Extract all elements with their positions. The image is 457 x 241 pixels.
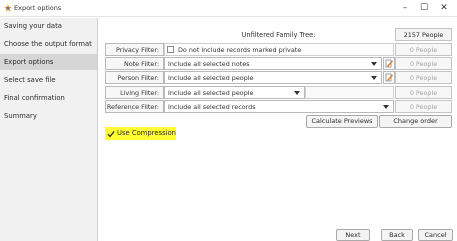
note-count: 0 People bbox=[395, 57, 452, 70]
reference-count: 0 People bbox=[395, 100, 452, 113]
sidebar-item-export-options[interactable]: Export options bbox=[0, 54, 97, 70]
note-filter-value: Include all selected notes bbox=[168, 60, 250, 68]
privacy-filter-field: Do not include records marked private bbox=[164, 43, 394, 56]
note-edit-button[interactable] bbox=[383, 57, 395, 70]
calculate-previews-button[interactable]: Calculate Previews bbox=[306, 115, 378, 128]
person-count: 0 People bbox=[395, 71, 452, 84]
edit-icon bbox=[385, 73, 393, 82]
person-filter-label: Person Filter: bbox=[105, 71, 164, 84]
living-filter-value: Include all selected people bbox=[168, 89, 254, 97]
checkmark-icon bbox=[107, 130, 115, 138]
reference-filter-select[interactable]: Include all selected records bbox=[164, 100, 394, 113]
sidebar-item-choose-output-format[interactable]: Choose the output format bbox=[0, 36, 97, 52]
app-icon bbox=[4, 4, 12, 12]
living-filter-label: Living Filter: bbox=[105, 86, 164, 99]
living-filter-select[interactable]: Include all selected people bbox=[164, 86, 305, 99]
living-filter-extra bbox=[305, 86, 394, 99]
total-count: 2157 People bbox=[395, 28, 452, 41]
living-count: 0 People bbox=[395, 86, 452, 99]
close-button[interactable]: ✕ bbox=[434, 1, 454, 15]
privacy-checkbox-label: Do not include records marked private bbox=[178, 46, 302, 54]
privacy-count: 0 People bbox=[395, 43, 452, 56]
chevron-down-icon bbox=[294, 91, 300, 95]
cancel-button[interactable]: Cancel bbox=[418, 229, 453, 241]
minimize-button[interactable]: – bbox=[395, 1, 415, 15]
privacy-checkbox[interactable] bbox=[167, 46, 174, 53]
edit-icon bbox=[385, 59, 393, 68]
privacy-filter-label: Privacy Filter: bbox=[105, 43, 164, 56]
sidebar-item-select-save-file[interactable]: Select save file bbox=[0, 72, 97, 88]
person-filter-value: Include all selected people bbox=[168, 74, 254, 82]
person-edit-button[interactable] bbox=[383, 71, 395, 84]
reference-filter-value: Include all selected records bbox=[168, 103, 256, 111]
title-bar: Export options – ☐ ✕ bbox=[0, 0, 457, 17]
maximize-button[interactable]: ☐ bbox=[414, 1, 434, 15]
window-title: Export options bbox=[14, 4, 62, 12]
chevron-down-icon bbox=[371, 76, 377, 80]
tree-header: Unfiltered Family Tree: bbox=[241, 31, 316, 39]
change-order-button[interactable]: Change order bbox=[379, 115, 452, 128]
sidebar-item-summary[interactable]: Summary bbox=[0, 108, 97, 124]
chevron-down-icon bbox=[371, 62, 377, 66]
reference-filter-label: Reference Filter: bbox=[105, 100, 164, 113]
use-compression-checkbox[interactable]: Use Compression bbox=[105, 127, 176, 140]
back-button[interactable]: Back bbox=[381, 229, 413, 241]
sidebar-item-final-confirmation[interactable]: Final confirmation bbox=[0, 90, 97, 106]
note-filter-select[interactable]: Include all selected notes bbox=[164, 57, 382, 70]
sidebar-item-saving-your-data[interactable]: Saving your data bbox=[0, 18, 97, 34]
note-filter-label: Note Filter: bbox=[105, 57, 164, 70]
person-filter-select[interactable]: Include all selected people bbox=[164, 71, 382, 84]
sidebar: Saving your data Choose the output forma… bbox=[0, 18, 98, 241]
use-compression-label: Use Compression bbox=[117, 129, 176, 137]
next-button[interactable]: Next bbox=[336, 229, 370, 241]
chevron-down-icon bbox=[383, 105, 389, 109]
